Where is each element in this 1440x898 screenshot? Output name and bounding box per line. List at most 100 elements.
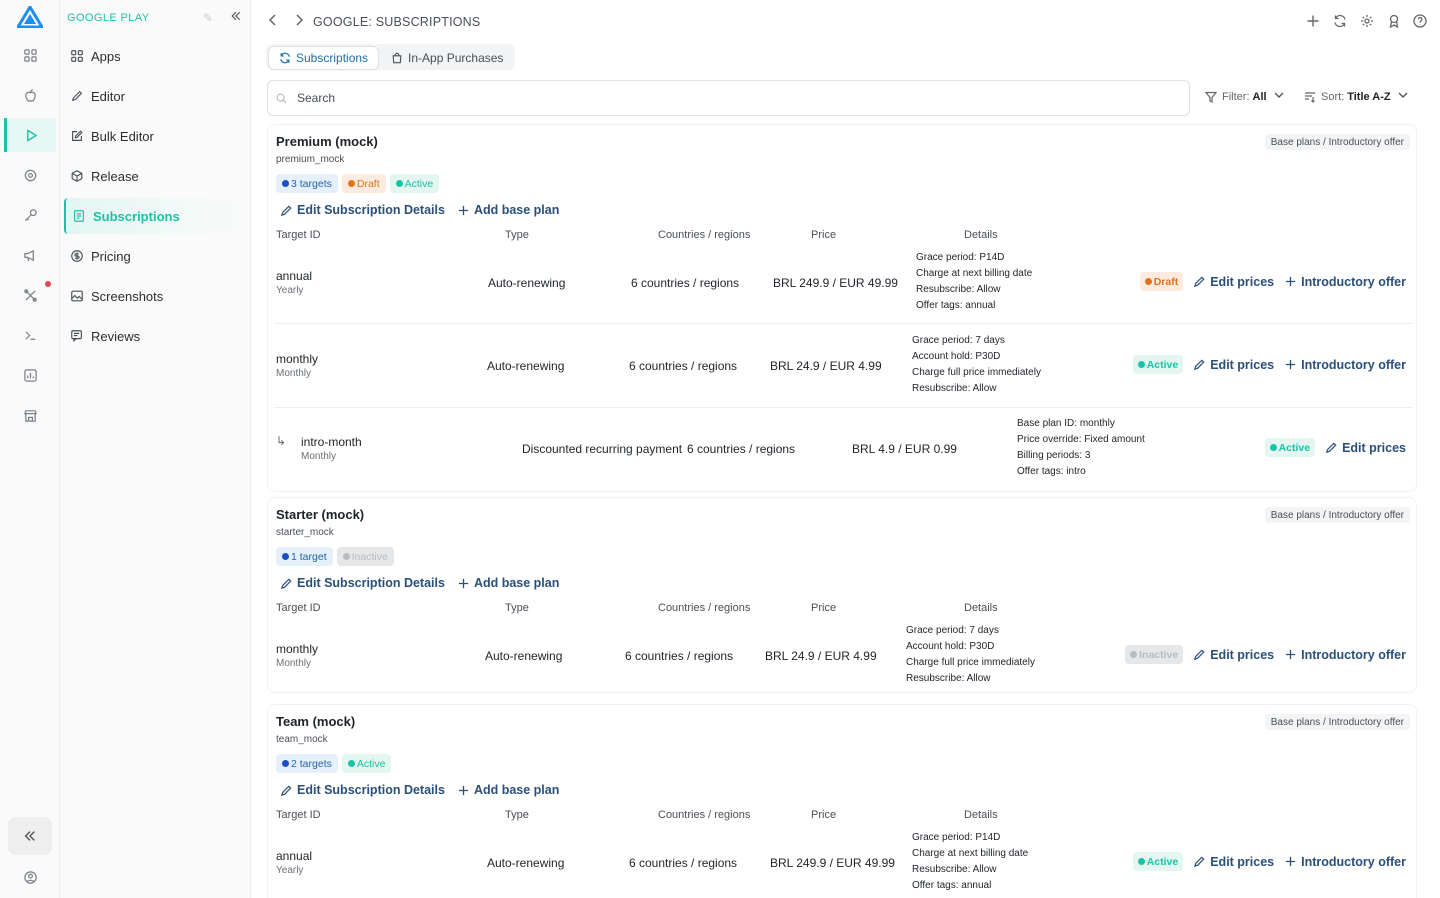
- forward-arrow-icon[interactable]: [293, 13, 305, 30]
- sidebar-item-bulk-editor[interactable]: Bulk Editor: [64, 118, 244, 154]
- search-icon: [276, 93, 287, 104]
- column-header-target: Target ID: [276, 809, 321, 821]
- add-base-plan-button[interactable]: Add base plan: [457, 203, 559, 217]
- sidebar-item-screenshots[interactable]: Screenshots: [64, 278, 244, 314]
- terminal-icon[interactable]: [11, 320, 49, 350]
- price: BRL 4.9 / EUR 0.99: [852, 442, 957, 456]
- sidebar-item-editor[interactable]: Editor: [64, 78, 244, 114]
- refresh-icon: [280, 52, 290, 64]
- column-header-type: Type: [505, 229, 529, 241]
- price: BRL 24.9 / EUR 4.99: [770, 359, 882, 373]
- apple-icon[interactable]: [11, 80, 49, 110]
- sidebar-item-label: Bulk Editor: [91, 128, 154, 144]
- target-id: monthly: [276, 352, 319, 366]
- pencil-icon: [1194, 359, 1205, 371]
- column-header-type: Type: [505, 809, 529, 821]
- edit-prices-button[interactable]: Edit prices: [1193, 648, 1274, 662]
- table-row: monthly Monthly Auto-renewing 6 countrie…: [274, 618, 1412, 692]
- table-row: monthly Monthly Auto-renewing 6 countrie…: [274, 325, 1412, 408]
- collapse-sidebar-icon[interactable]: [230, 9, 242, 26]
- tab-in-app-purchases[interactable]: In-App Purchases: [381, 46, 513, 70]
- edit-subscription-details-button[interactable]: Edit Subscription Details: [280, 203, 445, 217]
- badge-group: 1 target Inactive: [276, 547, 394, 566]
- status-badge: Inactive: [336, 547, 394, 566]
- target-id: annual: [276, 269, 313, 283]
- edit-pencil-icon[interactable]: ✎: [203, 11, 213, 25]
- add-icon[interactable]: [1306, 14, 1320, 28]
- box-icon: [70, 169, 84, 183]
- column-header-type: Type: [505, 602, 529, 614]
- sidebar-item-subscriptions[interactable]: Subscriptions: [64, 198, 244, 234]
- top-bar: GOOGLE: SUBSCRIPTIONS: [251, 0, 1440, 44]
- filter-dropdown[interactable]: Filter: All: [1205, 89, 1290, 104]
- column-header-details: Details: [964, 602, 998, 614]
- sidebar-item-reviews[interactable]: Reviews: [64, 318, 244, 354]
- target-id: intro-month: [301, 435, 362, 449]
- subscription-title: Starter (mock): [276, 507, 365, 522]
- back-arrow-icon[interactable]: [267, 13, 279, 30]
- column-header-target: Target ID: [276, 229, 321, 241]
- add-base-plan-button[interactable]: Add base plan: [457, 576, 559, 590]
- gear-icon[interactable]: [1360, 14, 1374, 28]
- sidebar-item-label: Apps: [91, 48, 121, 64]
- countries-count: 6 countries / regions: [631, 276, 740, 290]
- sidebar-item-label: Screenshots: [91, 288, 164, 304]
- status-badge: Draft: [1139, 272, 1184, 291]
- status-badge: Inactive: [1125, 645, 1184, 664]
- sort-dropdown[interactable]: Sort: Title A-Z: [1304, 89, 1414, 104]
- sidebar-item-label: Release: [91, 168, 139, 184]
- edit-prices-button[interactable]: Edit prices: [1325, 441, 1406, 455]
- targets-badge: 3 targets: [276, 174, 338, 193]
- account-icon[interactable]: [11, 862, 49, 892]
- help-icon[interactable]: [1413, 14, 1427, 28]
- megaphone-icon[interactable]: [11, 240, 49, 270]
- award-icon[interactable]: [1387, 14, 1401, 29]
- plus-icon: [1285, 359, 1296, 370]
- reviews-icon: [70, 329, 84, 343]
- refresh-icon[interactable]: [1333, 14, 1347, 28]
- edit-subscription-details-button[interactable]: Edit Subscription Details: [280, 576, 445, 590]
- sidebar-item-apps[interactable]: Apps: [64, 38, 244, 74]
- billing-period: Yearly: [276, 865, 304, 876]
- sidebar-item-release[interactable]: Release: [64, 158, 244, 194]
- tools-icon[interactable]: [11, 280, 49, 310]
- pencil-icon: [1194, 276, 1205, 288]
- sidebar-item-pricing[interactable]: Pricing: [64, 238, 244, 274]
- main-content: GOOGLE: SUBSCRIPTIONS Subscriptions In-A…: [251, 0, 1440, 898]
- pencil-icon: [280, 784, 292, 796]
- target-id: annual: [276, 849, 313, 863]
- edit-prices-button[interactable]: Edit prices: [1193, 855, 1274, 869]
- search-input[interactable]: [297, 91, 1157, 105]
- row-actions: Active Edit prices: [1264, 438, 1406, 457]
- search-bar: [267, 80, 1190, 116]
- card-actions: Edit Subscription Details Add base plan: [280, 203, 559, 217]
- introductory-offer-button[interactable]: Introductory offer: [1284, 275, 1406, 289]
- sort-label: Sort:: [1321, 90, 1345, 103]
- introductory-offer-button[interactable]: Introductory offer: [1284, 855, 1406, 869]
- edit-subscription-details-button[interactable]: Edit Subscription Details: [280, 783, 445, 797]
- app-logo-icon: [17, 6, 43, 28]
- store-icon[interactable]: [11, 400, 49, 430]
- edit-prices-button[interactable]: Edit prices: [1193, 275, 1274, 289]
- billing-period: Monthly: [276, 368, 312, 379]
- subscription-id: starter_mock: [276, 527, 334, 538]
- add-base-plan-button[interactable]: Add base plan: [457, 783, 559, 797]
- edit-prices-button[interactable]: Edit prices: [1193, 358, 1274, 372]
- badge-group: 3 targets Draft Active: [276, 174, 440, 193]
- introductory-offer-button[interactable]: Introductory offer: [1284, 648, 1406, 662]
- play-icon[interactable]: [4, 118, 56, 152]
- details: Grace period: 7 days Account hold: P30D Ch…: [912, 335, 1041, 394]
- tab-subscriptions[interactable]: Subscriptions: [268, 46, 380, 70]
- target-id: monthly: [276, 642, 319, 656]
- chart-icon[interactable]: [11, 360, 49, 390]
- introductory-offer-button[interactable]: Introductory offer: [1284, 358, 1406, 372]
- subscription-id: team_mock: [276, 734, 328, 745]
- collapse-rail-button[interactable]: [8, 817, 52, 855]
- countries-count: 6 countries / regions: [625, 649, 734, 663]
- plus-icon: [458, 578, 469, 588]
- image-icon: [70, 289, 84, 303]
- apps-icon[interactable]: [11, 40, 49, 70]
- settings-icon[interactable]: [11, 160, 49, 190]
- filter-icon: [1205, 91, 1217, 103]
- key-icon[interactable]: [11, 200, 49, 230]
